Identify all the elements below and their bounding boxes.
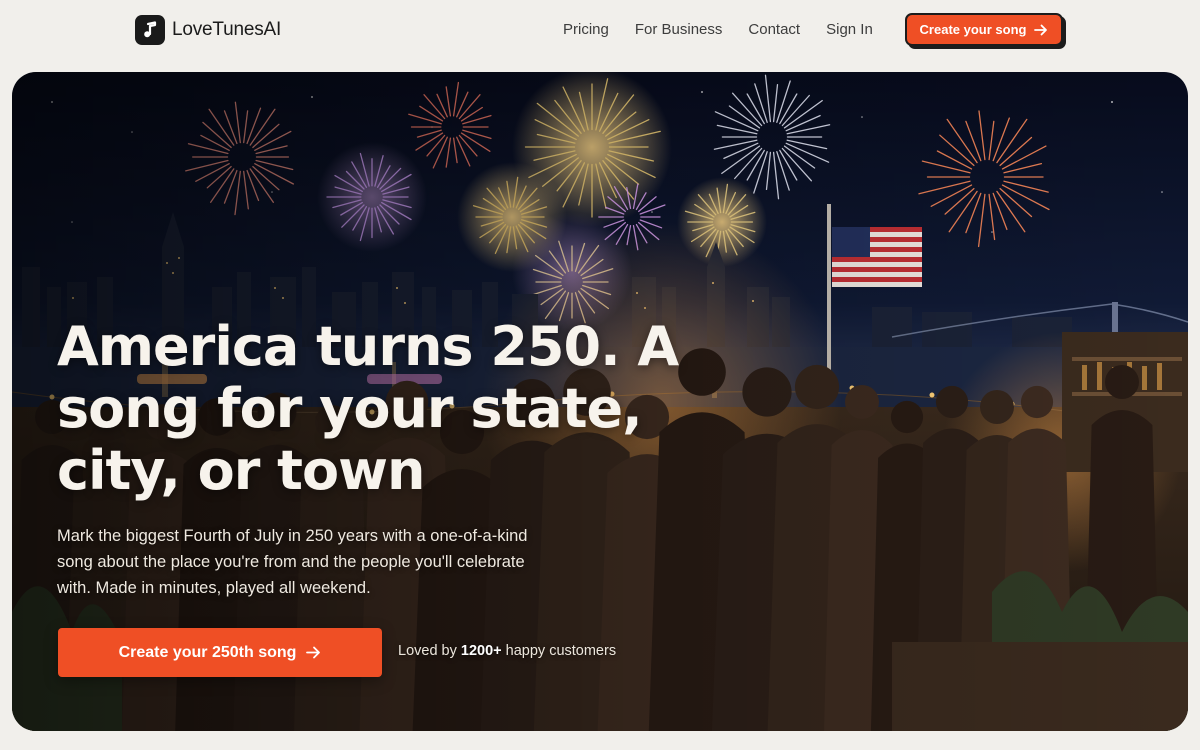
customer-count: 1200+ [460, 643, 502, 659]
music-note-icon [135, 15, 165, 45]
social-proof-suffix: happy customers [505, 643, 617, 659]
create-song-button[interactable]: Create your song [905, 13, 1063, 46]
hero-section: America turns 250. A song for your state… [12, 72, 1188, 731]
site-header: LoveTunesAI Pricing For Business Contact… [0, 0, 1200, 62]
hero-subtitle: Mark the biggest Fourth of July in 250 y… [57, 527, 528, 597]
nav-for-business[interactable]: For Business [635, 20, 723, 40]
nav-pricing[interactable]: Pricing [563, 20, 609, 40]
hero-cta-label: Create your 250th song [118, 643, 297, 661]
arrow-right-icon [1034, 24, 1048, 35]
hero-title: America turns 250. A song for your state… [57, 315, 679, 502]
social-proof-prefix: Loved by [398, 643, 457, 659]
main-nav: Pricing For Business Contact Sign In [563, 20, 899, 40]
brand-name: LoveTunesAI [172, 19, 282, 40]
arrow-right-icon [306, 646, 321, 659]
social-proof: Loved by 1200+ happy customers [398, 643, 616, 659]
nav-sign-in[interactable]: Sign In [826, 20, 873, 40]
nav-contact[interactable]: Contact [748, 20, 800, 40]
create-250th-song-button[interactable]: Create your 250th song [58, 628, 382, 677]
brand-logo-link[interactable]: LoveTunesAI [135, 15, 281, 45]
create-song-label: Create your song [919, 22, 1027, 37]
